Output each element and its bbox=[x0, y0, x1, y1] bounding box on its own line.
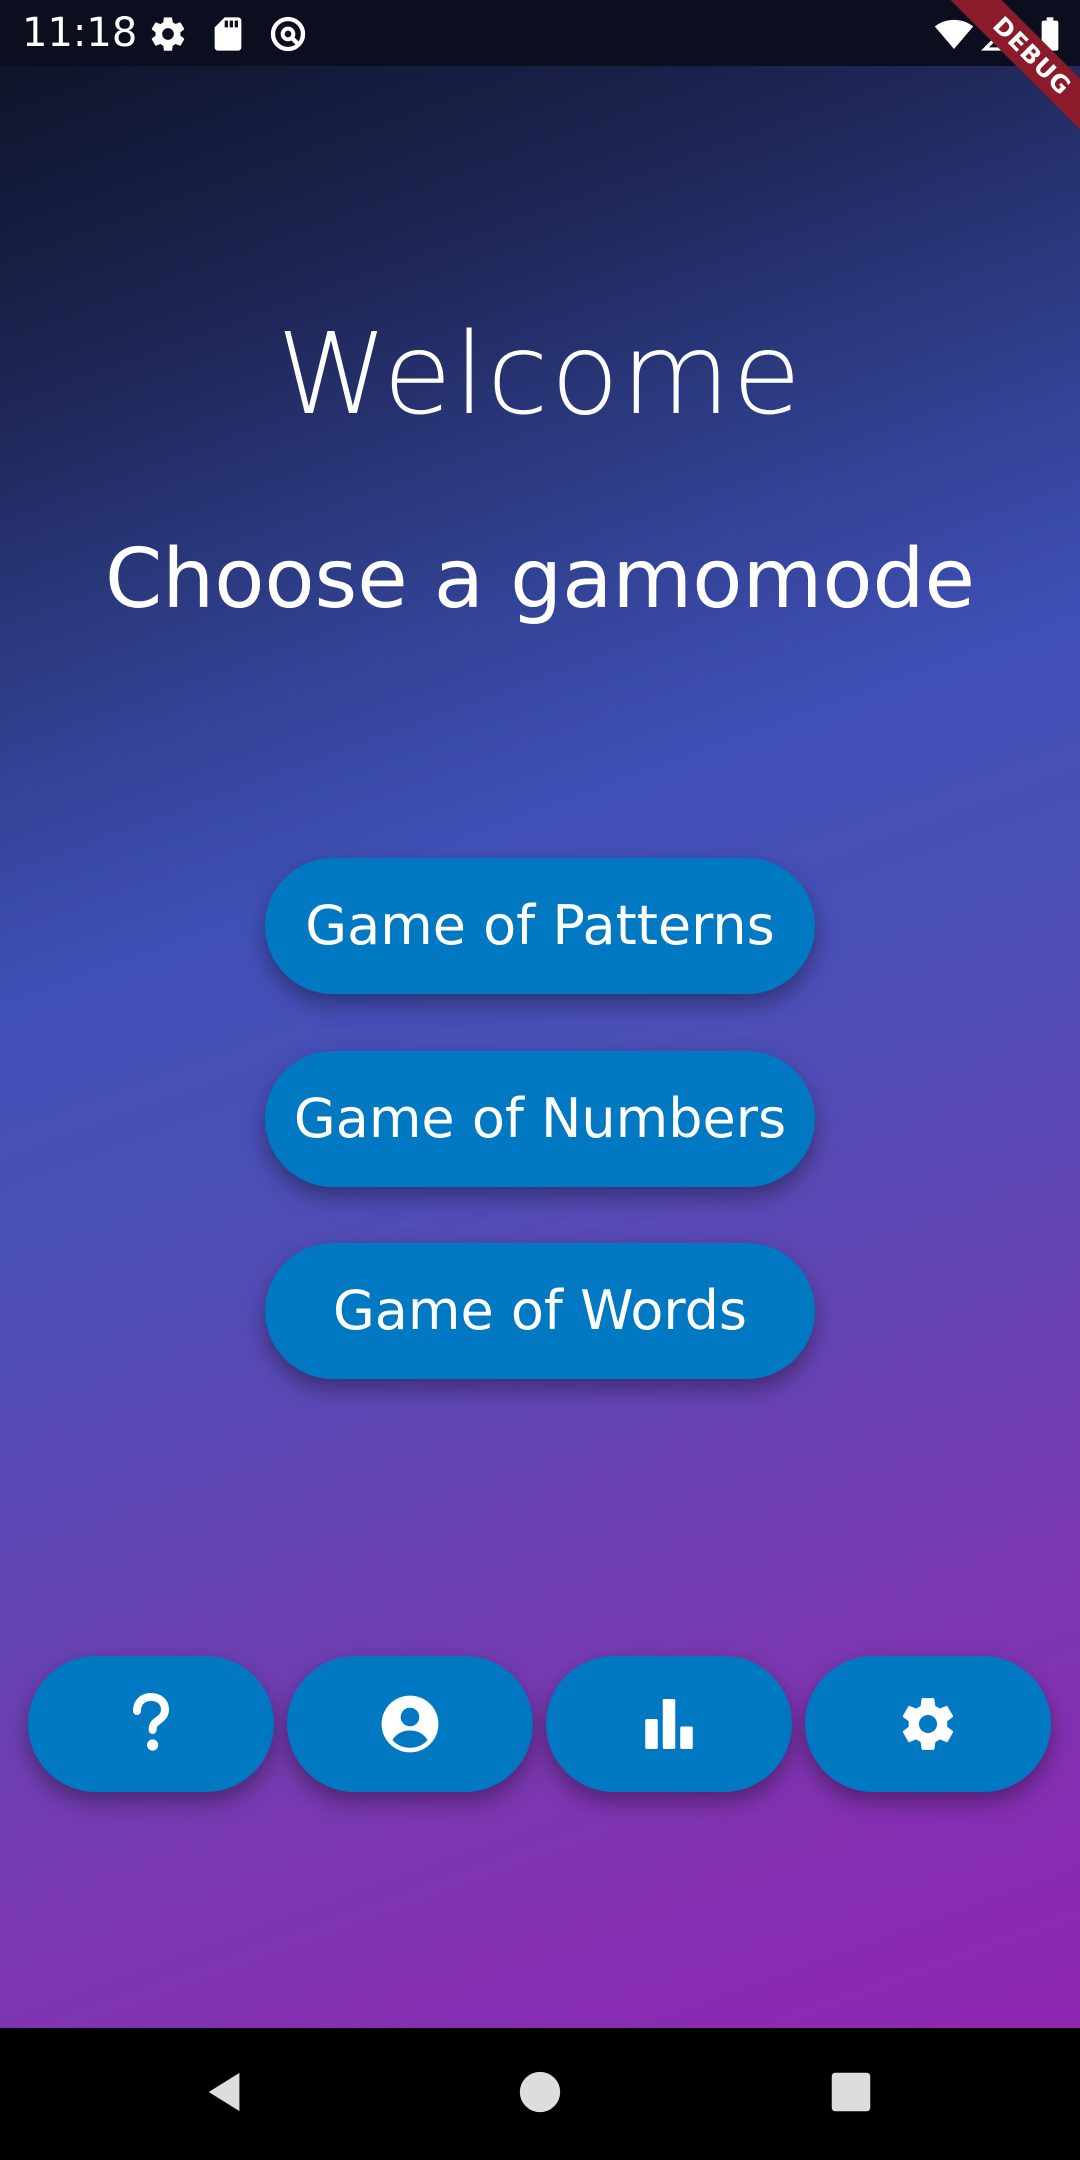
app-background: 11:18 DEBUG Welcome Choose a gamomode Ga… bbox=[0, 0, 1080, 2028]
page-title: Welcome bbox=[276, 310, 804, 440]
page-subtitle: Choose a gamomode bbox=[104, 532, 975, 627]
settings-button[interactable] bbox=[805, 1656, 1051, 1792]
help-icon bbox=[127, 1692, 175, 1756]
screen: 11:18 DEBUG Welcome Choose a gamomode Ga… bbox=[0, 0, 1080, 2160]
stats-button[interactable] bbox=[546, 1656, 792, 1792]
game-of-words-button[interactable]: Game of Words bbox=[265, 1243, 815, 1379]
gear-icon bbox=[148, 14, 188, 54]
help-button[interactable] bbox=[28, 1656, 274, 1792]
game-of-numbers-button[interactable]: Game of Numbers bbox=[265, 1051, 815, 1187]
account-icon bbox=[379, 1693, 441, 1755]
back-button[interactable] bbox=[166, 2048, 286, 2140]
home-button[interactable] bbox=[480, 2048, 600, 2140]
status-time: 11:18 bbox=[22, 10, 138, 56]
sd-card-icon bbox=[208, 14, 248, 54]
status-bar: 11:18 bbox=[0, 0, 1080, 66]
navigation-bar bbox=[0, 2028, 1080, 2160]
settings-icon bbox=[897, 1693, 959, 1755]
location-access-icon bbox=[268, 14, 308, 54]
back-icon bbox=[203, 2069, 249, 2119]
stats-icon bbox=[639, 1694, 699, 1754]
wifi-icon bbox=[934, 14, 974, 54]
profile-button[interactable] bbox=[287, 1656, 533, 1792]
game-of-patterns-button[interactable]: Game of Patterns bbox=[265, 858, 815, 994]
recents-icon bbox=[830, 2071, 872, 2117]
home-icon bbox=[518, 2070, 562, 2118]
recents-button[interactable] bbox=[791, 2048, 911, 2140]
